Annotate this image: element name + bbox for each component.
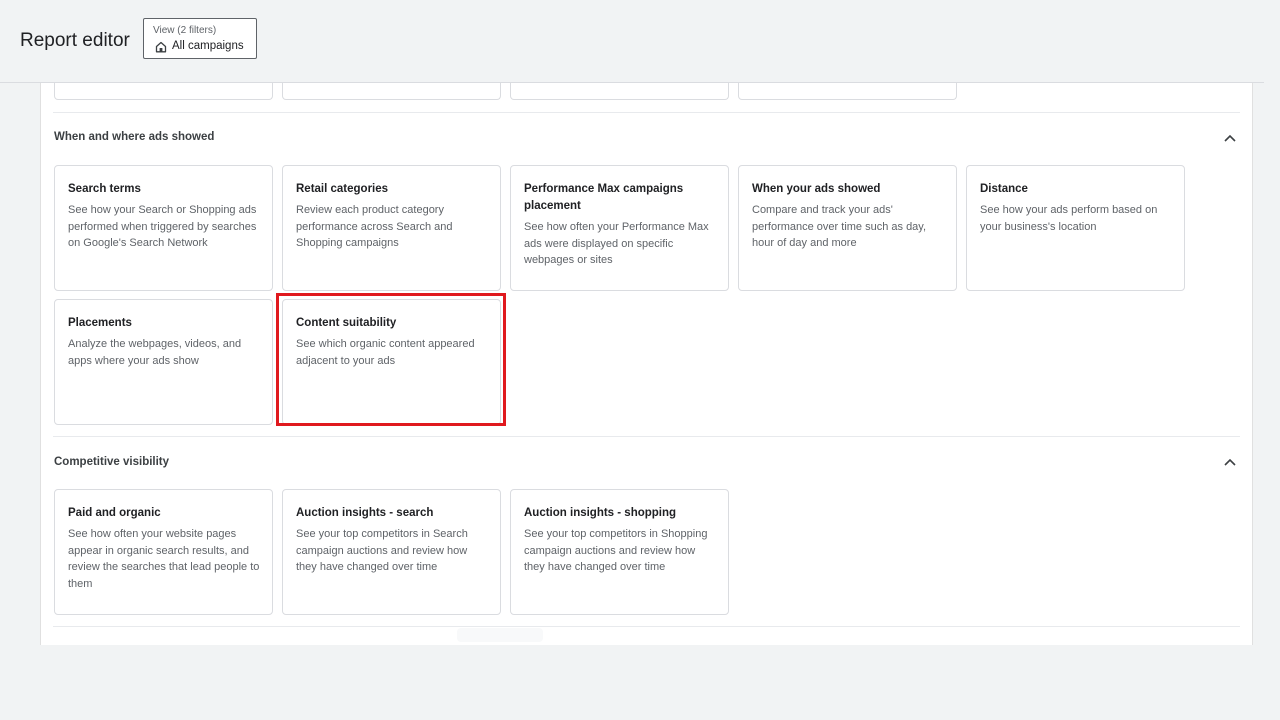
report-card-distance[interactable]: Distance See how your ads perform based … bbox=[966, 165, 1185, 291]
card-title: Distance bbox=[980, 183, 1028, 195]
section-title-competitive-visibility[interactable]: Competitive visibility bbox=[54, 456, 169, 468]
card-title: Retail categories bbox=[296, 183, 389, 195]
card-title: Search terms bbox=[68, 183, 141, 195]
report-card-when-ads-showed[interactable]: When your ads showed Compare and track y… bbox=[738, 165, 957, 291]
report-card-search-terms[interactable]: Search terms See how your Search or Shop… bbox=[54, 165, 273, 291]
view-filter-value: All campaigns bbox=[172, 40, 244, 52]
card-description: See your top competitors in Search campa… bbox=[296, 528, 468, 573]
home-icon bbox=[155, 41, 167, 53]
report-card-auction-insights-search[interactable]: Auction insights - search See your top c… bbox=[282, 489, 501, 615]
card-description: See how your Search or Shopping ads perf… bbox=[68, 204, 257, 249]
card-description: See how often your website pages appear … bbox=[68, 528, 260, 590]
report-card-placements[interactable]: Placements Analyze the webpages, videos,… bbox=[54, 299, 273, 425]
card-title: Performance Max campaigns placement bbox=[524, 183, 684, 212]
page-title: Report editor bbox=[20, 30, 130, 51]
view-filter-button[interactable]: View (2 filters) All campaigns bbox=[143, 18, 257, 59]
card-description: Compare and track your ads' performance … bbox=[752, 204, 927, 249]
card-description: See your top competitors in Shopping cam… bbox=[524, 528, 708, 573]
previous-section-card[interactable] bbox=[510, 83, 729, 100]
section-divider bbox=[53, 626, 1240, 627]
section-divider bbox=[53, 112, 1240, 113]
report-card-auction-insights-shopping[interactable]: Auction insights - shopping See your top… bbox=[510, 489, 729, 615]
card-title: Paid and organic bbox=[68, 507, 161, 519]
report-card-paid-and-organic[interactable]: Paid and organic See how often your webs… bbox=[54, 489, 273, 615]
previous-section-card[interactable] bbox=[282, 83, 501, 100]
previous-section-card[interactable] bbox=[738, 83, 957, 100]
card-title: Auction insights - search bbox=[296, 507, 434, 519]
view-filter-label: View (2 filters) bbox=[153, 25, 217, 36]
scroll-indicator[interactable] bbox=[457, 628, 543, 642]
top-bar: Report editor View (2 filters) All campa… bbox=[0, 0, 1280, 82]
card-description: See how your ads perform based on your b… bbox=[980, 204, 1158, 233]
card-title: Auction insights - shopping bbox=[524, 507, 677, 519]
section-title-when-where[interactable]: When and where ads showed bbox=[54, 131, 214, 143]
card-title: Placements bbox=[68, 317, 132, 329]
report-card-content-suitability[interactable]: Content suitability See which organic co… bbox=[282, 299, 501, 425]
section-divider bbox=[53, 436, 1240, 437]
card-description: See how often your Performance Max ads w… bbox=[524, 221, 709, 266]
report-card-retail-categories[interactable]: Retail categories Review each product ca… bbox=[282, 165, 501, 291]
chevron-up-icon[interactable] bbox=[1222, 454, 1238, 470]
report-card-pmax-placement[interactable]: Performance Max campaigns placement See … bbox=[510, 165, 729, 291]
card-description: Analyze the webpages, videos, and apps w… bbox=[68, 338, 242, 367]
card-title: Content suitability bbox=[296, 317, 397, 329]
card-description: Review each product category performance… bbox=[296, 204, 453, 249]
card-title: When your ads showed bbox=[752, 183, 881, 195]
previous-section-card[interactable] bbox=[54, 83, 273, 100]
card-description: See which organic content appeared adjac… bbox=[296, 338, 475, 367]
chevron-up-icon[interactable] bbox=[1222, 130, 1238, 146]
